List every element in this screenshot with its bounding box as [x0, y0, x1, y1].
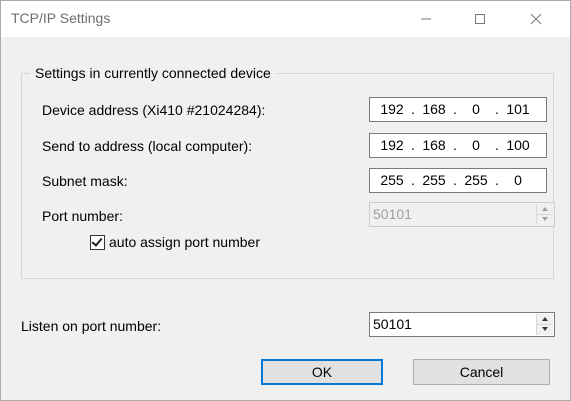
ip-separator: . — [453, 101, 457, 117]
ip-separator: . — [411, 137, 415, 153]
subnet-mask-label: Subnet mask: — [42, 173, 128, 189]
subnet-mask-octet-2[interactable]: 255 — [417, 172, 451, 188]
port-number-label: Port number: — [42, 208, 123, 224]
device-address-octet-3[interactable]: 0 — [459, 101, 493, 117]
port-number-spinner: 50101 — [369, 202, 555, 227]
send-to-address-field[interactable]: 192 . 168 . 0 . 100 — [369, 133, 547, 158]
group-legend: Settings in currently connected device — [30, 65, 276, 81]
arrow-down-icon — [542, 217, 548, 221]
listen-port-label: Listen on port number: — [21, 318, 162, 334]
minimize-button[interactable] — [403, 1, 449, 37]
maximize-button[interactable] — [457, 1, 503, 37]
send-to-address-octet-3[interactable]: 0 — [459, 137, 493, 153]
close-icon — [530, 13, 542, 25]
ip-separator: . — [495, 137, 499, 153]
ok-button[interactable]: OK — [261, 359, 383, 385]
subnet-mask-octet-1[interactable]: 255 — [375, 172, 409, 188]
device-address-octet-1[interactable]: 192 — [375, 101, 409, 117]
title-bar: TCP/IP Settings — [1, 1, 570, 37]
window-title: TCP/IP Settings — [11, 10, 111, 26]
subnet-mask-field[interactable]: 255 . 255 . 255 . 0 — [369, 168, 547, 193]
send-to-address-octet-2[interactable]: 168 — [417, 137, 451, 153]
send-to-address-octet-4[interactable]: 100 — [501, 137, 535, 153]
send-to-address-octet-1[interactable]: 192 — [375, 137, 409, 153]
ip-separator: . — [495, 172, 499, 188]
tcpip-settings-dialog: TCP/IP Settings Settings in currently co… — [0, 0, 571, 401]
device-address-label: Device address (Xi410 #21024284): — [42, 102, 266, 118]
arrow-down-icon — [542, 327, 548, 331]
port-number-value: 50101 — [373, 206, 412, 222]
ip-separator: . — [411, 101, 415, 117]
device-address-field[interactable]: 192 . 168 . 0 . 101 — [369, 97, 547, 122]
ip-separator: . — [495, 101, 499, 117]
auto-assign-checkbox[interactable] — [90, 235, 105, 250]
send-to-address-label: Send to address (local computer): — [42, 138, 253, 154]
arrow-up-icon — [542, 317, 548, 321]
close-button[interactable] — [513, 1, 559, 37]
checkmark-icon — [91, 235, 103, 247]
maximize-icon — [475, 14, 485, 24]
listen-port-spin-arrows — [536, 314, 553, 335]
device-address-octet-2[interactable]: 168 — [417, 101, 451, 117]
cancel-button[interactable]: Cancel — [413, 359, 550, 385]
spin-down-button — [537, 214, 553, 224]
arrow-up-icon — [542, 207, 548, 211]
port-number-spin-arrows — [536, 204, 553, 225]
device-address-octet-4[interactable]: 101 — [501, 101, 535, 117]
minimize-icon — [421, 18, 431, 20]
ip-separator: . — [411, 172, 415, 188]
auto-assign-label[interactable]: auto assign port number — [109, 234, 260, 250]
subnet-mask-octet-3[interactable]: 255 — [459, 172, 493, 188]
ip-separator: . — [453, 137, 457, 153]
listen-port-value[interactable]: 50101 — [373, 316, 412, 332]
spin-down-button[interactable] — [537, 324, 553, 334]
ip-separator: . — [453, 172, 457, 188]
listen-port-spinner[interactable]: 50101 — [369, 312, 555, 337]
subnet-mask-octet-4[interactable]: 0 — [501, 172, 535, 188]
